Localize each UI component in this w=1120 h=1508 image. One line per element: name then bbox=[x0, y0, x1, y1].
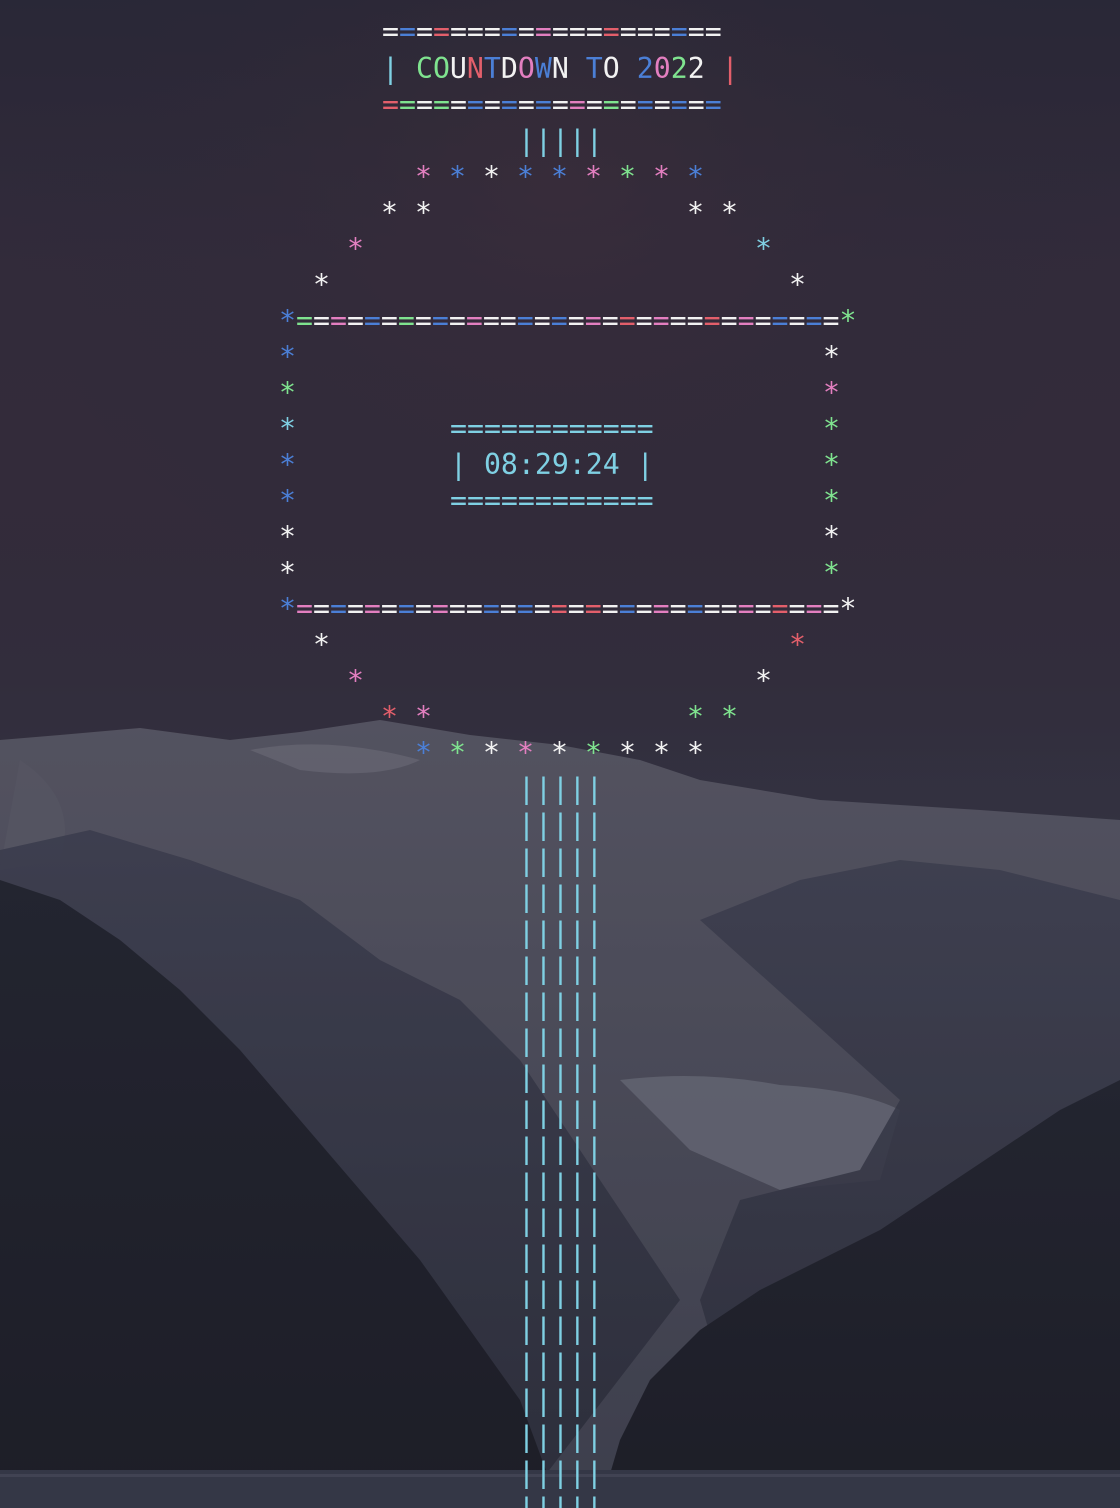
clock-bottom-rule: ============ bbox=[450, 484, 654, 517]
stem-segment-7: ||||| bbox=[518, 1024, 603, 1057]
star-icon: * bbox=[823, 412, 840, 445]
stem-segment-20: ||||| bbox=[518, 1491, 603, 1508]
star-icon: * bbox=[823, 376, 840, 409]
stem-segment-11: ||||| bbox=[518, 1168, 603, 1201]
star-icon: * bbox=[823, 448, 840, 481]
star-icon: * bbox=[823, 520, 840, 553]
stem-segment-16: ||||| bbox=[518, 1348, 603, 1381]
countdown-screen: ==================== | COUNTDOWN TO 2022 … bbox=[0, 0, 1120, 1508]
star-icon: * bbox=[483, 160, 500, 193]
star-icon: * bbox=[347, 664, 364, 697]
stem-segment-0: ||||| bbox=[518, 772, 603, 805]
star-icon: * bbox=[279, 412, 296, 445]
star-icon: * bbox=[585, 736, 602, 769]
star-icon: * bbox=[653, 160, 670, 193]
star-icon: * bbox=[449, 160, 466, 193]
stem-segment-9: ||||| bbox=[518, 1096, 603, 1129]
stem-segment-2: ||||| bbox=[518, 844, 603, 877]
countdown-time: 08:29:24 bbox=[483, 448, 620, 481]
stem-segment-8: ||||| bbox=[518, 1060, 603, 1093]
star-icon: * bbox=[483, 736, 500, 769]
banner-bracket-right: | bbox=[704, 52, 739, 85]
box-top-border: *================================* bbox=[279, 304, 857, 337]
stem-segment-19: ||||| bbox=[518, 1456, 603, 1489]
stem-segment-4: ||||| bbox=[518, 916, 603, 949]
star-icon: * bbox=[551, 736, 568, 769]
star-icon: * bbox=[823, 556, 840, 589]
star-icon: * bbox=[279, 556, 296, 589]
star-icon: * bbox=[687, 196, 704, 229]
stem-segment-1: ||||| bbox=[518, 808, 603, 841]
ascii-countdown-art: ==================== | COUNTDOWN TO 2022 … bbox=[0, 0, 1120, 1508]
stem-segment-6: ||||| bbox=[518, 988, 603, 1021]
star-icon: * bbox=[585, 160, 602, 193]
star-icon: * bbox=[823, 484, 840, 517]
stem-segment-15: ||||| bbox=[518, 1312, 603, 1345]
clock-top-rule: ============ bbox=[450, 412, 654, 445]
stem-segment-12: ||||| bbox=[518, 1204, 603, 1237]
clock-display: | 08:29:24 | bbox=[450, 448, 654, 481]
star-icon: * bbox=[687, 736, 704, 769]
star-icon: * bbox=[755, 664, 772, 697]
star-icon: * bbox=[381, 700, 398, 733]
star-icon: * bbox=[415, 736, 432, 769]
stem-segment-13: ||||| bbox=[518, 1240, 603, 1273]
star-icon: * bbox=[415, 700, 432, 733]
banner-title: | COUNTDOWN TO 2022 | bbox=[382, 51, 739, 87]
star-icon: * bbox=[347, 232, 364, 265]
banner-top-rule: ==================== bbox=[382, 15, 722, 48]
box-bottom-border: *================================* bbox=[279, 592, 857, 625]
star-icon: * bbox=[279, 376, 296, 409]
star-icon: * bbox=[823, 340, 840, 373]
star-icon: * bbox=[789, 628, 806, 661]
banner-bottom-rule: ==================== bbox=[382, 88, 722, 121]
stem-segment-14: ||||| bbox=[518, 1276, 603, 1309]
star-icon: * bbox=[517, 736, 534, 769]
star-icon: * bbox=[313, 268, 330, 301]
star-icon: * bbox=[279, 520, 296, 553]
star-icon: * bbox=[687, 700, 704, 733]
star-icon: * bbox=[551, 160, 568, 193]
countdown-title: COUNTDOWN TO 2022 bbox=[415, 52, 705, 85]
stem-segment-10: ||||| bbox=[518, 1132, 603, 1165]
banner-bracket-left: | bbox=[382, 52, 416, 85]
star-icon: * bbox=[415, 160, 432, 193]
star-icon: * bbox=[721, 196, 738, 229]
stem-segment-3: ||||| bbox=[518, 880, 603, 913]
stem-segment-18: ||||| bbox=[518, 1420, 603, 1453]
top-stem: ||||| bbox=[518, 124, 603, 157]
stem-segment-5: ||||| bbox=[518, 952, 603, 985]
star-icon: * bbox=[449, 736, 466, 769]
star-icon: * bbox=[279, 484, 296, 517]
star-icon: * bbox=[619, 160, 636, 193]
stem-segment-17: ||||| bbox=[518, 1384, 603, 1417]
star-icon: * bbox=[381, 196, 398, 229]
star-icon: * bbox=[687, 160, 704, 193]
star-icon: * bbox=[721, 700, 738, 733]
star-icon: * bbox=[517, 160, 534, 193]
star-icon: * bbox=[313, 628, 330, 661]
star-icon: * bbox=[279, 340, 296, 373]
star-icon: * bbox=[789, 268, 806, 301]
star-icon: * bbox=[415, 196, 432, 229]
star-icon: * bbox=[619, 736, 636, 769]
star-icon: * bbox=[279, 448, 296, 481]
star-icon: * bbox=[755, 232, 772, 265]
star-icon: * bbox=[653, 736, 670, 769]
